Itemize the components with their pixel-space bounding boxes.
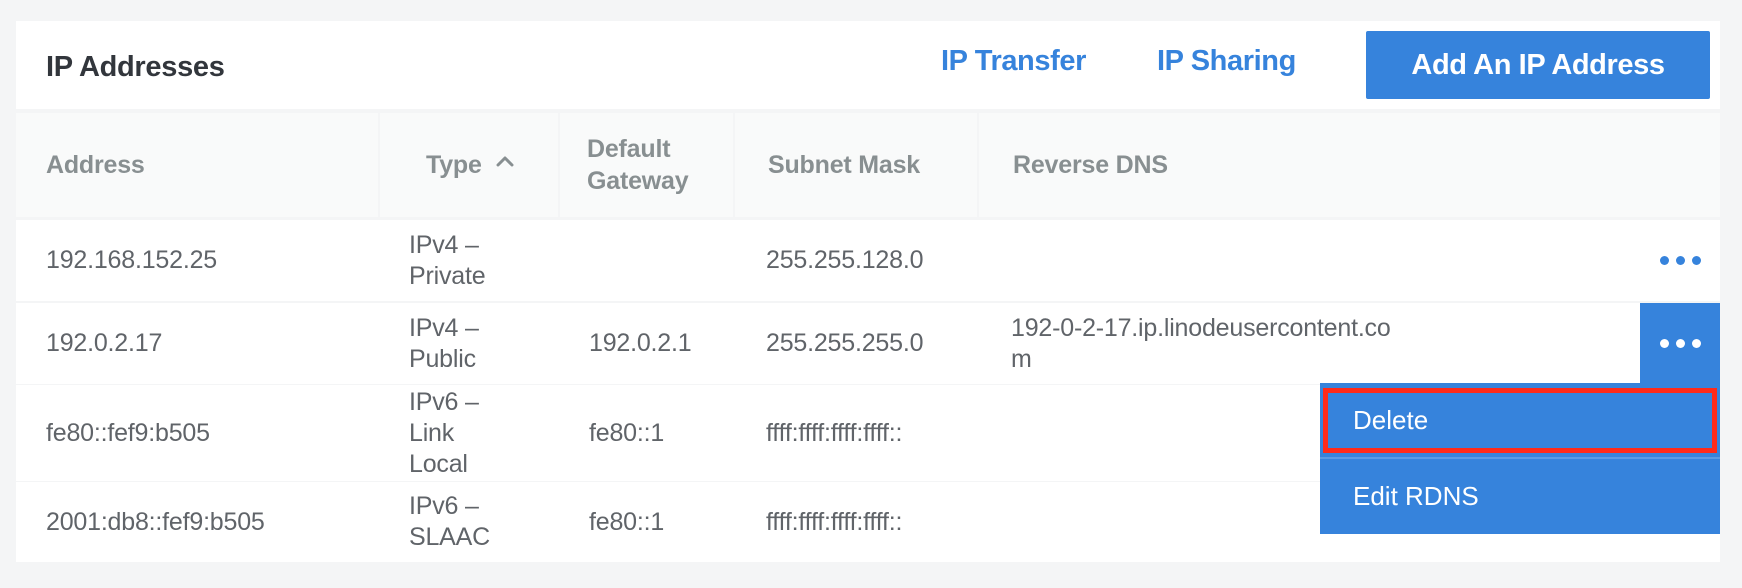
column-header-label: Address [46,151,145,179]
menu-item-delete[interactable]: Delete [1320,383,1720,457]
cell-type: IPv4 – Public [409,313,479,373]
cell-default-gateway: fe80::1 [589,418,665,447]
cell-subnet-mask: 255.255.255.0 [766,329,924,357]
cell-type: IPv6 – SLAAC [409,492,490,551]
cell-default-gateway: fe80::1 [589,507,665,536]
column-header-default-gateway[interactable]: Default Gateway [560,113,733,217]
table-row: 192.0.2.17 IPv4 – Public 192.0.2.1 255.2… [16,303,1720,384]
ip-sharing-link[interactable]: IP Sharing [1157,45,1296,78]
cell-subnet-mask: ffff:ffff:ffff:ffff:: [766,507,903,536]
column-header-label: Reverse DNS [1013,151,1168,179]
panel-header: IP Addresses IP Transfer IP Sharing Add … [16,21,1720,109]
table-row: 192.168.152.25 IPv4 – Private 255.255.12… [16,220,1720,301]
cell-reverse-dns: 192-0-2-17.ip.linodeusercontent.com [1011,313,1391,373]
cell-address: 2001:db8::fef9:b505 [46,507,265,536]
cell-address: 192.0.2.17 [46,329,163,357]
column-header-subnet-mask[interactable]: Subnet Mask [735,113,977,217]
ip-transfer-link[interactable]: IP Transfer [941,45,1086,78]
chevron-up-icon [496,147,514,167]
cell-subnet-mask: ffff:ffff:ffff:ffff:: [766,418,903,447]
row-actions-button[interactable] [1640,220,1720,301]
cell-subnet-mask: 255.255.128.0 [766,246,924,274]
column-header-label: Subnet Mask [768,151,920,179]
page-title: IP Addresses [46,51,225,83]
row-actions-menu: Delete Edit RDNS [1320,383,1720,534]
cell-default-gateway: 192.0.2.1 [589,329,692,357]
table-header: Address Type Default Gateway Subnet Mask… [16,113,1720,217]
row-actions-button[interactable] [1640,303,1720,384]
menu-item-edit-rdns[interactable]: Edit RDNS [1320,459,1720,534]
column-header-reverse-dns[interactable]: Reverse DNS [979,113,1720,217]
column-header-label: Default Gateway [587,135,689,195]
more-horizontal-icon [1659,339,1701,348]
column-header-address[interactable]: Address [16,113,378,217]
cell-type: IPv4 – Private [409,230,486,290]
cell-address: 192.168.152.25 [46,246,217,274]
column-header-type[interactable]: Type [380,113,558,217]
column-header-label: Type [426,151,482,179]
ip-addresses-panel: IP Addresses IP Transfer IP Sharing Add … [16,21,1720,562]
cell-default-gateway [589,220,729,301]
cell-type: IPv6 – Link Local [409,387,479,478]
cell-address: fe80::fef9:b505 [46,418,210,447]
add-ip-address-button[interactable]: Add An IP Address [1366,31,1710,99]
cell-reverse-dns [1011,220,1391,301]
more-horizontal-icon [1659,256,1701,265]
